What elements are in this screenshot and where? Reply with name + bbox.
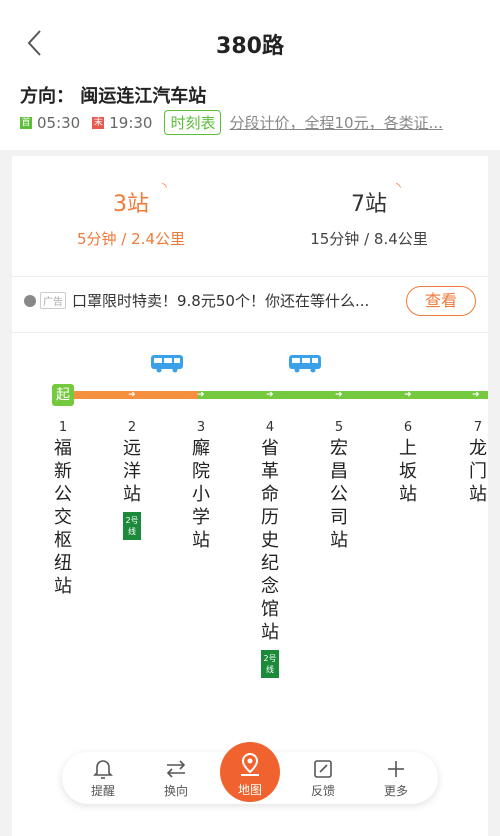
first-bus-tag: 首 [20, 116, 32, 129]
bus-icon [289, 355, 321, 373]
metro-badge: 2号线 [261, 650, 279, 678]
arrival-detail: 5分钟 / 2.4公里 [77, 230, 185, 248]
nav-label: 换向 [163, 784, 188, 798]
stop-name: 福新公交枢纽站 [54, 438, 72, 597]
direction-arrow-icon: ➜ [335, 390, 343, 400]
realtime-signal-icon: ◝ [396, 180, 401, 194]
bottom-nav: 提醒 换向 地图 反馈 更多 [62, 742, 438, 804]
arrival-stops: 3站 [113, 192, 149, 217]
stop-name: 上坂站 [399, 438, 417, 505]
nav-more[interactable]: 更多 [371, 758, 421, 799]
metro-badge: 2号线 [123, 512, 141, 540]
page-title: 380路 [216, 34, 284, 59]
stop-item[interactable]: 2 远洋站 2号线 [118, 420, 146, 540]
last-bus-tag: 末 [92, 116, 105, 129]
stop-item[interactable]: 3 廨院小学站 [187, 420, 215, 552]
route-line-upcoming [198, 391, 488, 399]
edit-icon [298, 758, 348, 782]
nav-label: 地图 [237, 783, 262, 797]
ad-tag: 广告 [40, 292, 66, 309]
bus-icon [151, 355, 183, 373]
last-bus-time: 19:30 [109, 113, 153, 132]
direction-label: 方向： 闽运连江汽车站 [20, 86, 207, 107]
stop-name: 远洋站 [123, 438, 141, 505]
nav-switch[interactable]: 换向 [151, 758, 201, 799]
divider [12, 276, 488, 277]
nav-map-button[interactable]: 地图 [220, 742, 280, 802]
nav-label: 更多 [383, 784, 408, 798]
direction-arrow-icon: ➜ [472, 390, 480, 400]
ad-view-button[interactable]: 查看 [406, 286, 476, 316]
realtime-signal-icon: ◝ [162, 180, 167, 194]
stop-name: 宏昌公司站 [330, 438, 348, 551]
stop-number: 4 [265, 420, 275, 435]
stop-number: 2 [127, 420, 137, 435]
stop-name: 廨院小学站 [192, 438, 210, 551]
stop-name: 龙门站 [469, 438, 487, 505]
route-line-passed [56, 391, 198, 399]
plus-icon [371, 758, 421, 782]
header: 380路 方向： 闽运连江汽车站 首 05:30 末 19:30 时刻表 分段计… [0, 0, 500, 150]
stop-name: 省革命历史纪念馆站 [261, 438, 279, 643]
schedule-info: 首 05:30 末 19:30 时刻表 分段计价，全程10元，各类证... [20, 110, 461, 135]
bell-icon [78, 758, 128, 782]
ad-close-icon[interactable] [24, 294, 36, 307]
direction-arrow-icon: ➜ [197, 390, 205, 400]
swap-icon [151, 758, 201, 782]
arrival-next[interactable]: 3站 ◝ 5分钟 / 2.4公里 [12, 180, 250, 249]
nav-remind[interactable]: 提醒 [78, 758, 128, 799]
arrival-following[interactable]: 7站 ◝ 15分钟 / 8.4公里 [250, 180, 488, 249]
stop-item[interactable]: 5 宏昌公司站 [325, 420, 353, 552]
ad-banner[interactable]: 广告 口罩限时特卖！9.8元50个！你还在等什么... [24, 290, 394, 311]
stop-number: 6 [403, 420, 413, 435]
first-bus-time: 05:30 [37, 113, 81, 132]
route-card: 3站 ◝ 5分钟 / 2.4公里 7站 ◝ 15分钟 / 8.4公里 广告 口罩… [12, 156, 488, 836]
stop-number: 3 [196, 420, 206, 435]
fare-info-link[interactable]: 分段计价，全程10元，各类证... [229, 112, 461, 133]
ad-text: 口罩限时特卖！9.8元50个！你还在等什么... [72, 292, 370, 310]
nav-feedback[interactable]: 反馈 [298, 758, 348, 799]
stop-item[interactable]: 6 上坂站 [394, 420, 422, 506]
map-pin-icon [241, 752, 259, 776]
direction-arrow-icon: ➜ [404, 390, 412, 400]
start-badge: 起 [52, 384, 74, 406]
arrival-stops: 7站 [351, 192, 387, 217]
nav-label: 提醒 [90, 784, 115, 798]
route-diagram: 起 ➜ ➜ ➜ ➜ ➜ ➜ 1 福新公交枢纽站 2 远洋站 2号线 3 廨院小学… [12, 348, 488, 748]
stop-number: 1 [58, 420, 68, 435]
arrival-detail: 15分钟 / 8.4公里 [310, 230, 428, 248]
direction-arrow-icon: ➜ [128, 390, 136, 400]
stop-number: 5 [334, 420, 344, 435]
direction-arrow-icon: ➜ [266, 390, 274, 400]
divider [12, 332, 488, 333]
stop-item[interactable]: 1 福新公交枢纽站 [49, 420, 77, 598]
timetable-button[interactable]: 时刻表 [164, 110, 222, 135]
nav-label: 反馈 [310, 784, 335, 798]
stop-item[interactable]: 7 龙门站 [464, 420, 492, 506]
stop-number: 7 [473, 420, 483, 435]
stop-item[interactable]: 4 省革命历史纪念馆站 2号线 [256, 420, 284, 678]
